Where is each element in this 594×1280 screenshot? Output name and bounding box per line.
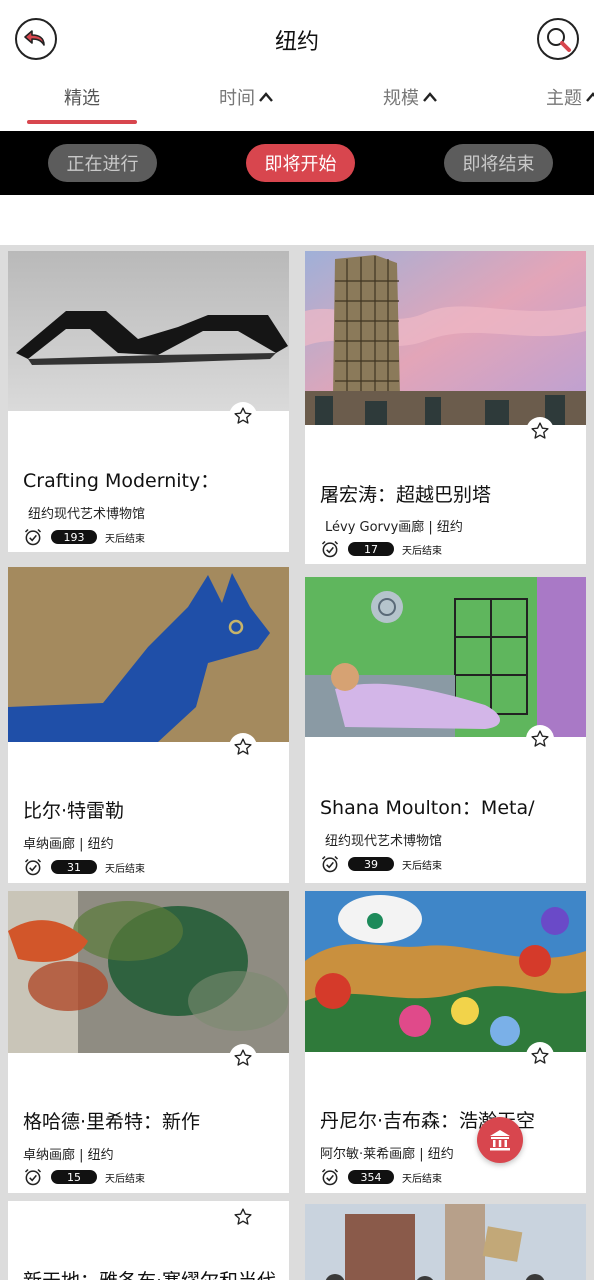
- exhibition-card[interactable]: [305, 1204, 586, 1280]
- days-count-badge: 15: [51, 1170, 97, 1184]
- chevron-up-icon: [423, 92, 437, 102]
- exhibition-title: 屠宏涛：超越巴别塔: [320, 484, 492, 506]
- star-icon: [234, 1049, 252, 1066]
- tab-label: 主题: [546, 88, 582, 109]
- tab-scale[interactable]: 规模: [383, 84, 438, 110]
- filter-upcoming-button[interactable]: 即将开始: [246, 144, 355, 182]
- exhibition-card[interactable]: 新天地：雅各布·塞缪尔和当代: [8, 1201, 289, 1280]
- chevron-up-icon: [259, 92, 273, 102]
- favorite-button[interactable]: [229, 1044, 257, 1072]
- exhibition-image: [8, 891, 289, 1053]
- search-icon: [547, 28, 571, 52]
- days-suffix-label: 天后结束: [105, 533, 145, 545]
- exhibition-image: [305, 251, 586, 425]
- museum-fab-button[interactable]: [477, 1117, 523, 1163]
- exhibition-title: 格哈德·里希特：新作: [23, 1111, 201, 1133]
- days-remaining: 193 天后结束: [23, 527, 145, 547]
- tab-label: 精选: [64, 88, 100, 109]
- active-tab-indicator: [27, 120, 137, 124]
- star-icon: [234, 1208, 252, 1225]
- days-suffix-label: 天后结束: [105, 1173, 145, 1185]
- days-remaining: 39 天后结束: [320, 854, 442, 874]
- alarm-clock-icon: [321, 540, 339, 558]
- tab-label: 规模: [383, 88, 419, 109]
- exhibition-venue: 纽约现代艺术博物馆: [28, 507, 146, 522]
- exhibition-card[interactable]: Crafting Modernity： 纽约现代艺术博物馆 193 天后结束: [8, 251, 289, 552]
- exhibition-image: [8, 251, 289, 411]
- days-suffix-label: 天后结束: [402, 545, 442, 557]
- days-count-badge: 193: [51, 530, 97, 544]
- exhibition-card[interactable]: 丹尼尔·吉布森：浩瀚天空 阿尔敏·莱希画廊 | 纽约 354 天后结束: [305, 891, 586, 1193]
- exhibition-title: Crafting Modernity：: [23, 470, 220, 492]
- exhibition-image: [305, 891, 586, 1052]
- exhibition-venue: Lévy Gorvy画廊 | 纽约: [325, 520, 463, 535]
- exhibition-title: 新天地：雅各布·塞缪尔和当代: [23, 1266, 276, 1280]
- exhibition-image: [305, 577, 586, 737]
- star-icon: [531, 422, 549, 439]
- days-count-badge: 39: [348, 857, 394, 871]
- days-suffix-label: 天后结束: [402, 860, 442, 872]
- days-remaining: 15 天后结束: [23, 1167, 145, 1187]
- app-header: 纽约: [0, 0, 594, 76]
- alarm-clock-icon: [24, 528, 42, 546]
- exhibition-card[interactable]: 比尔·特雷勒 卓纳画廊 | 纽约 31 天后结束: [8, 567, 289, 883]
- exhibition-card[interactable]: 屠宏涛：超越巴别塔 Lévy Gorvy画廊 | 纽约 17 天后结束: [305, 251, 586, 564]
- exhibition-venue: 阿尔敏·莱希画廊 | 纽约: [320, 1147, 454, 1162]
- exhibition-title: 比尔·特雷勒: [23, 800, 125, 822]
- filter-ongoing-button[interactable]: 正在进行: [48, 144, 157, 182]
- favorite-button[interactable]: [229, 733, 257, 761]
- tab-label: 时间: [219, 88, 255, 109]
- star-icon: [234, 407, 252, 424]
- tab-theme[interactable]: 主题: [546, 84, 594, 110]
- alarm-clock-icon: [321, 855, 339, 873]
- exhibition-image: [305, 1204, 586, 1280]
- exhibition-venue: 卓纳画廊 | 纽约: [23, 1148, 114, 1163]
- days-suffix-label: 天后结束: [402, 1173, 442, 1185]
- museum-icon: [490, 1130, 510, 1151]
- star-icon: [531, 1047, 549, 1064]
- days-suffix-label: 天后结束: [105, 863, 145, 875]
- favorite-button[interactable]: [229, 1203, 257, 1231]
- search-button[interactable]: [537, 18, 579, 60]
- favorite-button[interactable]: [526, 417, 554, 445]
- days-count-badge: 354: [348, 1170, 394, 1184]
- days-remaining: 354 天后结束: [320, 1167, 442, 1187]
- favorite-button[interactable]: [526, 725, 554, 753]
- exhibition-title: Shana Moulton：Meta/: [320, 797, 535, 819]
- alarm-clock-icon: [24, 858, 42, 876]
- chevron-up-icon: [586, 92, 594, 102]
- exhibition-card[interactable]: Shana Moulton：Meta/ 纽约现代艺术博物馆 39 天后结束: [305, 577, 586, 883]
- status-filter-bar: 正在进行 即将开始 即将结束: [0, 131, 594, 195]
- page-title: 纽约: [274, 30, 319, 55]
- exhibition-image: [8, 567, 289, 742]
- alarm-clock-icon: [321, 1168, 339, 1186]
- exhibition-card[interactable]: 格哈德·里希特：新作 卓纳画廊 | 纽约 15 天后结束: [8, 891, 289, 1193]
- days-remaining: 17 天后结束: [320, 539, 442, 559]
- exhibition-venue: 纽约现代艺术博物馆: [325, 834, 443, 849]
- star-icon: [531, 730, 549, 747]
- days-count-badge: 31: [51, 860, 97, 874]
- tab-time[interactable]: 时间: [219, 84, 274, 110]
- favorite-button[interactable]: [526, 1042, 554, 1070]
- filter-ending-button[interactable]: 即将结束: [444, 144, 553, 182]
- days-remaining: 31 天后结束: [23, 857, 145, 877]
- exhibition-venue: 卓纳画廊 | 纽约: [23, 837, 114, 852]
- tab-featured[interactable]: 精选: [64, 84, 100, 110]
- days-count-badge: 17: [348, 542, 394, 556]
- favorite-button[interactable]: [229, 402, 257, 430]
- category-tabs: 精选 时间 规模 主题: [0, 76, 594, 130]
- alarm-clock-icon: [24, 1168, 42, 1186]
- star-icon: [234, 738, 252, 755]
